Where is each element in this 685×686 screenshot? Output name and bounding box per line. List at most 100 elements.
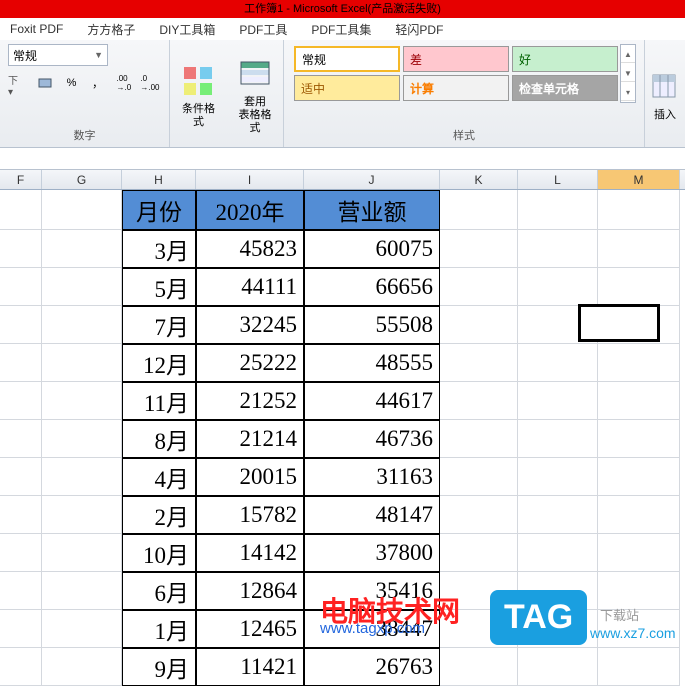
table-cell[interactable]: 35416 bbox=[304, 572, 440, 610]
table-cell[interactable]: 11421 bbox=[196, 648, 304, 686]
cell[interactable] bbox=[518, 306, 598, 344]
table-header[interactable]: 2020年 bbox=[196, 190, 304, 230]
table-format-button[interactable]: 套用 表格格式 bbox=[227, 40, 284, 147]
cell[interactable] bbox=[0, 230, 42, 268]
cell[interactable] bbox=[0, 306, 42, 344]
cell[interactable] bbox=[518, 190, 598, 230]
table-cell[interactable]: 8月 bbox=[122, 420, 196, 458]
table-header[interactable]: 月份 bbox=[122, 190, 196, 230]
cell[interactable] bbox=[518, 230, 598, 268]
grid[interactable]: 月份2020年营业额3月45823600755月44111666567月3224… bbox=[0, 190, 685, 686]
tab-diy[interactable]: DIY工具箱 bbox=[159, 21, 215, 38]
tab-pdfset[interactable]: PDF工具集 bbox=[311, 21, 371, 38]
table-cell[interactable]: 12465 bbox=[196, 610, 304, 648]
cell[interactable] bbox=[440, 306, 518, 344]
table-cell[interactable]: 60075 bbox=[304, 230, 440, 268]
tab-foxit[interactable]: Foxit PDF bbox=[10, 22, 63, 36]
cell[interactable] bbox=[598, 534, 680, 572]
cell[interactable] bbox=[440, 230, 518, 268]
style-calc[interactable]: 计算 bbox=[403, 75, 509, 101]
table-cell[interactable]: 26763 bbox=[304, 648, 440, 686]
table-cell[interactable]: 12月 bbox=[122, 344, 196, 382]
cell[interactable] bbox=[42, 496, 122, 534]
cell[interactable] bbox=[598, 420, 680, 458]
cell[interactable] bbox=[598, 382, 680, 420]
table-header[interactable]: 营业额 bbox=[304, 190, 440, 230]
cell[interactable] bbox=[598, 458, 680, 496]
table-cell[interactable]: 32245 bbox=[196, 306, 304, 344]
table-cell[interactable]: 44111 bbox=[196, 268, 304, 306]
insert-button[interactable]: 插入 bbox=[645, 40, 685, 147]
cell[interactable] bbox=[440, 572, 518, 610]
table-cell[interactable]: 38447 bbox=[304, 610, 440, 648]
cell[interactable] bbox=[440, 190, 518, 230]
cell[interactable] bbox=[42, 306, 122, 344]
tab-lightpdf[interactable]: 轻闪PDF bbox=[395, 21, 443, 38]
table-cell[interactable]: 4月 bbox=[122, 458, 196, 496]
increase-decimal-button[interactable]: .00→.0 bbox=[113, 72, 135, 94]
table-cell[interactable]: 37800 bbox=[304, 534, 440, 572]
table-cell[interactable]: 7月 bbox=[122, 306, 196, 344]
table-cell[interactable]: 31163 bbox=[304, 458, 440, 496]
cell[interactable] bbox=[440, 344, 518, 382]
cell[interactable] bbox=[0, 344, 42, 382]
cell[interactable] bbox=[518, 458, 598, 496]
table-cell[interactable]: 46736 bbox=[304, 420, 440, 458]
style-good[interactable]: 好 bbox=[512, 46, 618, 72]
table-cell[interactable]: 11月 bbox=[122, 382, 196, 420]
table-cell[interactable]: 6月 bbox=[122, 572, 196, 610]
cell[interactable] bbox=[440, 496, 518, 534]
col-header-k[interactable]: K bbox=[440, 170, 518, 189]
percent-button[interactable]: % bbox=[60, 72, 82, 94]
cell[interactable] bbox=[42, 420, 122, 458]
cell[interactable] bbox=[0, 572, 42, 610]
cell[interactable] bbox=[0, 496, 42, 534]
cell[interactable] bbox=[0, 534, 42, 572]
table-cell[interactable]: 15782 bbox=[196, 496, 304, 534]
style-bad[interactable]: 差 bbox=[403, 46, 509, 72]
cell[interactable] bbox=[518, 420, 598, 458]
cell[interactable] bbox=[518, 610, 598, 648]
cell[interactable] bbox=[598, 344, 680, 382]
table-cell[interactable]: 10月 bbox=[122, 534, 196, 572]
cell[interactable] bbox=[598, 572, 680, 610]
table-cell[interactable]: 21214 bbox=[196, 420, 304, 458]
table-cell[interactable]: 48147 bbox=[304, 496, 440, 534]
table-cell[interactable]: 21252 bbox=[196, 382, 304, 420]
col-header-j[interactable]: J bbox=[304, 170, 440, 189]
cell[interactable] bbox=[440, 420, 518, 458]
worksheet[interactable]: F G H I J K L M 月份2020年营业额3月45823600755月… bbox=[0, 170, 685, 686]
cell[interactable] bbox=[598, 268, 680, 306]
tab-fangfang[interactable]: 方方格子 bbox=[87, 21, 135, 38]
table-cell[interactable]: 9月 bbox=[122, 648, 196, 686]
cell[interactable] bbox=[440, 268, 518, 306]
table-cell[interactable]: 55508 bbox=[304, 306, 440, 344]
table-cell[interactable]: 12864 bbox=[196, 572, 304, 610]
formula-bar[interactable] bbox=[0, 148, 685, 170]
table-cell[interactable]: 48555 bbox=[304, 344, 440, 382]
col-header-g[interactable]: G bbox=[42, 170, 122, 189]
col-header-f[interactable]: F bbox=[0, 170, 42, 189]
cell[interactable] bbox=[0, 382, 42, 420]
cell[interactable] bbox=[518, 268, 598, 306]
cell[interactable] bbox=[598, 230, 680, 268]
cell[interactable] bbox=[42, 610, 122, 648]
table-cell[interactable]: 1月 bbox=[122, 610, 196, 648]
cell[interactable] bbox=[42, 344, 122, 382]
cell[interactable] bbox=[0, 458, 42, 496]
table-cell[interactable]: 14142 bbox=[196, 534, 304, 572]
col-header-i[interactable]: I bbox=[196, 170, 304, 189]
conditional-format-button[interactable]: 条件格式 bbox=[170, 40, 227, 147]
style-check[interactable]: 检查单元格 bbox=[512, 75, 618, 101]
cell[interactable] bbox=[42, 268, 122, 306]
cell[interactable] bbox=[0, 420, 42, 458]
cell[interactable] bbox=[598, 306, 680, 344]
table-cell[interactable]: 66656 bbox=[304, 268, 440, 306]
cell[interactable] bbox=[0, 610, 42, 648]
currency-button[interactable] bbox=[34, 72, 56, 94]
cell[interactable] bbox=[598, 190, 680, 230]
cell[interactable] bbox=[440, 382, 518, 420]
table-cell[interactable]: 45823 bbox=[196, 230, 304, 268]
style-gallery-arrows[interactable]: ▲ ▼ ▾ bbox=[620, 44, 636, 103]
cell[interactable] bbox=[440, 458, 518, 496]
